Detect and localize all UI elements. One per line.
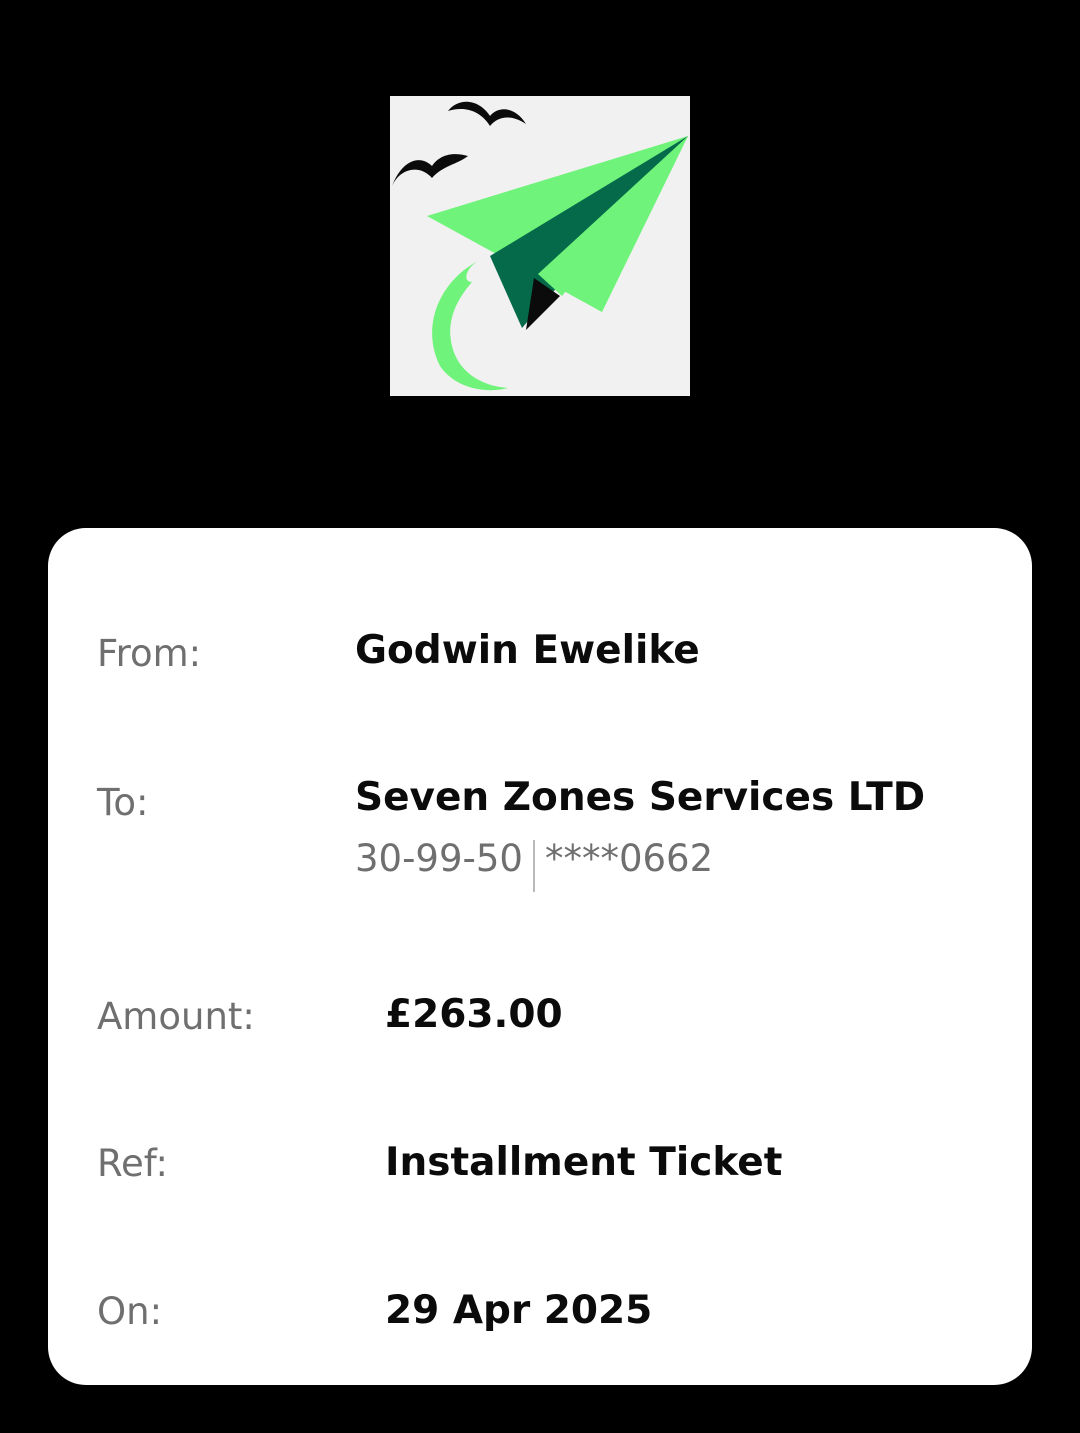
to-label: To: xyxy=(97,781,149,824)
trail-swoosh xyxy=(432,261,508,391)
amount-label: Amount: xyxy=(97,995,255,1038)
account-number: ****0662 xyxy=(544,837,714,880)
to-value: Seven Zones Services LTD xyxy=(355,775,926,820)
from-value: Godwin Ewelike xyxy=(355,628,700,673)
amount-value: £263.00 xyxy=(385,992,563,1037)
ref-label: Ref: xyxy=(97,1142,168,1185)
account-details: 30-99-50 ****0662 xyxy=(355,840,713,892)
account-separator xyxy=(532,840,535,892)
bird-icon xyxy=(448,101,526,126)
paper-plane-with-birds-icon xyxy=(392,101,688,391)
ref-value: Installment Ticket xyxy=(385,1140,783,1185)
app-logo xyxy=(390,96,690,396)
from-label: From: xyxy=(97,632,202,675)
transfer-receipt-card: From: Godwin Ewelike To: Seven Zones Ser… xyxy=(48,528,1032,1385)
sort-code: 30-99-50 xyxy=(355,837,523,880)
on-value: 29 Apr 2025 xyxy=(385,1288,653,1333)
on-label: On: xyxy=(97,1290,163,1333)
bird-icon xyxy=(392,154,468,186)
